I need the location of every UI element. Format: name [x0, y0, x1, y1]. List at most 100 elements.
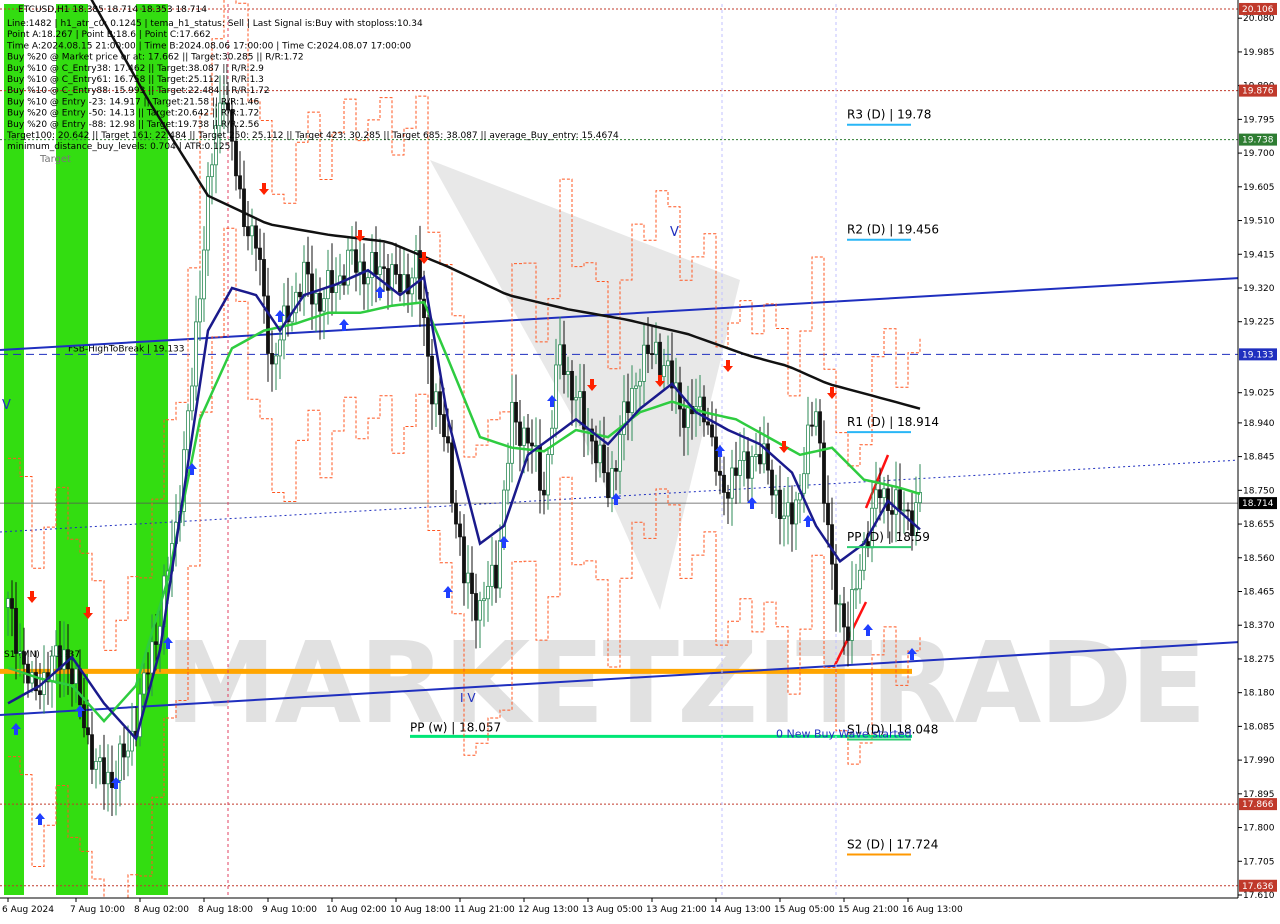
info-line-9: Buy %20 @ Entry -88: 12.98 || Target:19.… — [7, 120, 260, 130]
candle-body — [18, 651, 22, 654]
info-line-11: minimum_distance_buy_levels: 0.704 | ATR… — [7, 142, 230, 152]
price-chart-svg: MARKETZITRADE FSB-HighToBreak | 19.133PP… — [0, 0, 1280, 924]
price-tick-label: 19.510 — [1243, 217, 1275, 227]
candle-body — [266, 295, 270, 354]
candle-body — [254, 225, 258, 249]
chart: MARKETZITRADE FSB-HighToBreak | 19.133 PP… — [0, 0, 1280, 924]
pivot-label-1: R2 (D) | 19.456 — [847, 223, 939, 237]
candle-body — [74, 668, 78, 685]
candle-body — [546, 454, 550, 496]
candle-body — [98, 757, 102, 762]
candle-body — [390, 264, 394, 291]
price-badge-label: 19.876 — [1242, 87, 1274, 97]
candle-body — [858, 569, 862, 590]
pivot-label-0: R3 (D) | 19.78 — [847, 108, 931, 122]
candle-body — [574, 397, 578, 401]
price-tick-label: 19.025 — [1243, 389, 1275, 399]
candle-body — [638, 380, 642, 387]
candle-body — [82, 704, 86, 729]
candle-body — [594, 440, 598, 464]
candle-body — [518, 421, 522, 446]
price-badge-label: 17.866 — [1242, 800, 1274, 810]
candle-body — [326, 270, 330, 300]
candle-body — [726, 492, 730, 499]
candle-body — [610, 468, 614, 499]
price-tick-label: 18.560 — [1243, 554, 1275, 564]
candle-body — [758, 454, 762, 465]
candle-body — [418, 250, 422, 300]
candle-body — [614, 468, 618, 472]
price-badge-label: 18.714 — [1242, 499, 1274, 509]
candle-body — [434, 391, 438, 405]
time-tick-label: 13 Aug 05:00 — [582, 905, 643, 915]
candle-body — [394, 264, 398, 275]
candle-body — [278, 339, 282, 357]
candle-body — [446, 436, 450, 444]
weekly-pivot-label: PP (w) | 18.057 — [410, 720, 501, 734]
candle-body — [306, 261, 310, 275]
candle-body — [710, 424, 714, 438]
candle-body — [22, 651, 26, 665]
info-line-2: Time A:2024.08.15 21:00:00 | Time B:2024… — [6, 41, 411, 51]
price-axis: 20.08019.98519.89019.79519.70019.60519.5… — [1237, 0, 1280, 920]
wave-label-v-2: V — [2, 398, 11, 413]
time-tick-label: 11 Aug 21:00 — [454, 905, 515, 915]
candle-body — [766, 443, 770, 471]
candle-body — [242, 188, 246, 227]
candle-body — [598, 444, 602, 464]
candle-body — [6, 598, 10, 608]
candle-body — [210, 164, 214, 178]
price-tick-label: 17.705 — [1243, 857, 1275, 867]
candle-body — [570, 370, 574, 401]
candle-body — [274, 355, 278, 365]
candle-body — [310, 273, 314, 305]
time-tick-label: 13 Aug 21:00 — [646, 905, 707, 915]
candle-body — [110, 771, 114, 789]
candle-body — [430, 355, 434, 405]
time-tick-label: 10 Aug 02:00 — [326, 905, 387, 915]
candle-body — [190, 385, 194, 412]
candle-body — [654, 341, 658, 355]
candle-body — [198, 298, 202, 323]
candle-body — [462, 536, 466, 584]
time-tick-label: 6 Aug 2024 — [2, 905, 54, 915]
candle-body — [522, 427, 526, 446]
candle-body — [878, 489, 882, 499]
candle-body — [882, 488, 886, 499]
candle-body — [402, 274, 406, 293]
wave-label-iv: I V — [460, 691, 476, 705]
candle-body — [70, 668, 74, 685]
candle-body — [334, 284, 338, 293]
candle-body — [854, 588, 858, 591]
new-buy-wave-annotation: 0 New Buy Wave started — [776, 728, 912, 741]
candle-body — [50, 655, 54, 683]
info-line-3: Buy %20 @ Market price or at: 17.662 || … — [7, 53, 304, 63]
candle-body — [802, 473, 806, 494]
wave-label-v-1: V — [670, 225, 679, 240]
price-tick-label: 19.225 — [1243, 318, 1275, 328]
candle-body — [378, 266, 382, 275]
candle-body — [790, 502, 794, 525]
candle-body — [122, 743, 126, 758]
candle-body — [534, 445, 538, 447]
candle-body — [450, 442, 454, 504]
price-tick-label: 18.465 — [1243, 587, 1275, 597]
candle-body — [650, 353, 654, 355]
candle-body — [206, 176, 210, 251]
candle-body — [494, 564, 498, 589]
candle-body — [526, 427, 530, 444]
time-tick-label: 14 Aug 13:00 — [710, 905, 771, 915]
time-tick-label: 8 Aug 18:00 — [198, 905, 253, 915]
candle-body — [478, 600, 482, 621]
price-tick-label: 18.655 — [1243, 520, 1275, 530]
candle-body — [506, 462, 510, 491]
candle-body — [10, 598, 14, 609]
candle-body — [150, 641, 154, 674]
candle-body — [730, 467, 734, 499]
candle-body — [194, 321, 198, 387]
time-tick-label: 12 Aug 13:00 — [518, 905, 579, 915]
candle-body — [250, 225, 254, 237]
candle-body — [846, 626, 850, 641]
candle-body — [834, 563, 838, 605]
pivot-label-2: R1 (D) | 18.914 — [847, 415, 939, 429]
